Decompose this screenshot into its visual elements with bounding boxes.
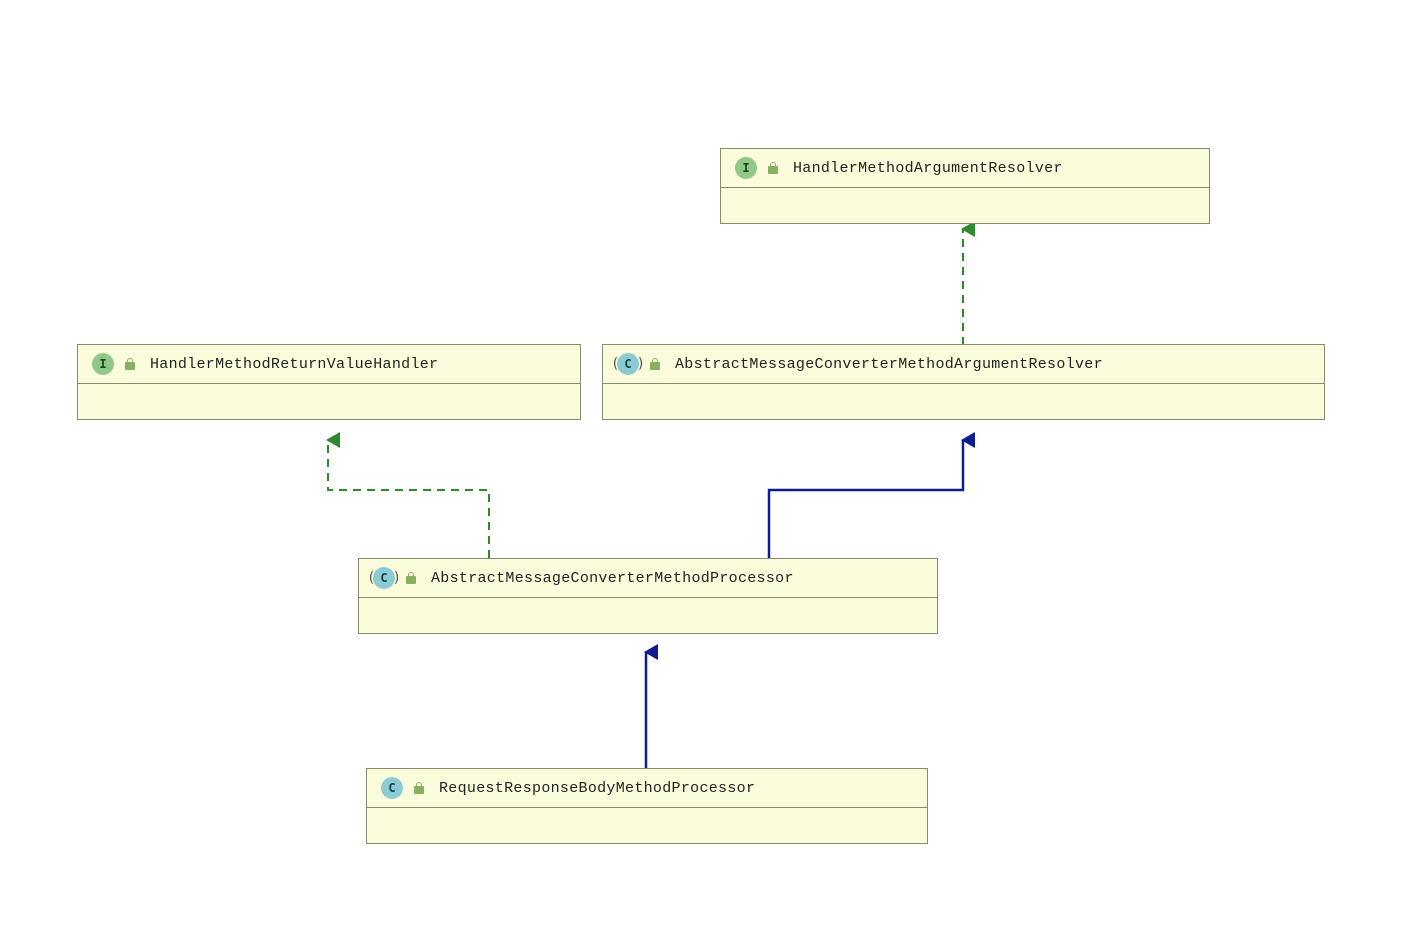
abstract-class-icon: C — [617, 353, 639, 375]
uml-body — [78, 383, 580, 419]
class-name: HandlerMethodArgumentResolver — [793, 160, 1063, 177]
uml-body — [367, 807, 927, 843]
class-name: HandlerMethodReturnValueHandler — [150, 356, 438, 373]
uml-body — [721, 187, 1209, 223]
uml-body — [359, 597, 937, 633]
uml-class-diagram: I HandlerMethodArgumentResolver I Handle… — [0, 0, 1418, 946]
uml-header: C AbstractMessageConverterMethodArgument… — [603, 345, 1324, 383]
interface-icon: I — [735, 157, 757, 179]
interface-icon: I — [92, 353, 114, 375]
class-name: RequestResponseBodyMethodProcessor — [439, 780, 755, 797]
lock-icon — [767, 162, 781, 174]
abstract-class-icon: C — [373, 567, 395, 589]
class-name: AbstractMessageConverterMethodArgumentRe… — [675, 356, 1103, 373]
uml-body — [603, 383, 1324, 419]
implements-arrow — [328, 440, 489, 558]
uml-class-box: C AbstractMessageConverterMethodProcesso… — [358, 558, 938, 634]
lock-icon — [413, 782, 427, 794]
uml-class-box: I HandlerMethodReturnValueHandler — [77, 344, 581, 420]
lock-icon — [405, 572, 419, 584]
uml-class-box: C RequestResponseBodyMethodProcessor — [366, 768, 928, 844]
class-icon: C — [381, 777, 403, 799]
uml-header: C AbstractMessageConverterMethodProcesso… — [359, 559, 937, 597]
uml-header: I HandlerMethodArgumentResolver — [721, 149, 1209, 187]
uml-header: C RequestResponseBodyMethodProcessor — [367, 769, 927, 807]
lock-icon — [649, 358, 663, 370]
uml-class-box: C AbstractMessageConverterMethodArgument… — [602, 344, 1325, 420]
class-name: AbstractMessageConverterMethodProcessor — [431, 570, 794, 587]
lock-icon — [124, 358, 138, 370]
uml-header: I HandlerMethodReturnValueHandler — [78, 345, 580, 383]
uml-class-box: I HandlerMethodArgumentResolver — [720, 148, 1210, 224]
extends-arrow — [769, 440, 963, 558]
